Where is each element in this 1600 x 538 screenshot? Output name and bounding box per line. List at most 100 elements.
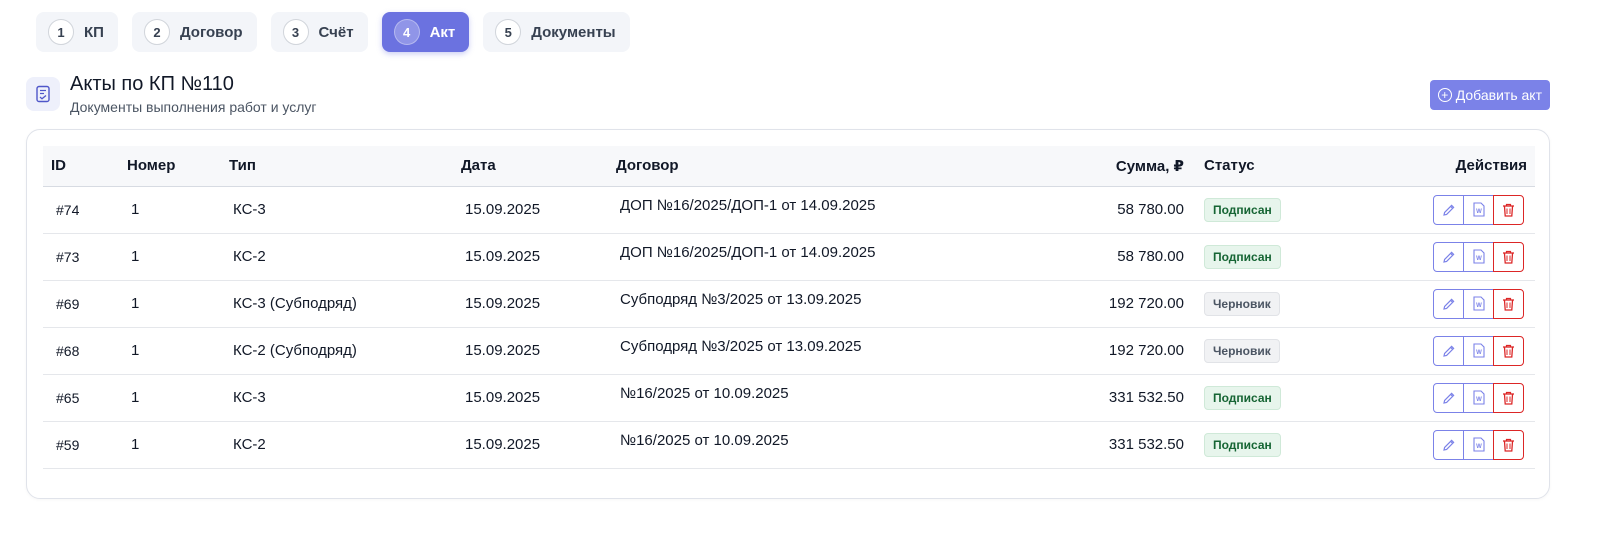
- delete-button[interactable]: [1493, 241, 1524, 272]
- status-badge: Подписан: [1204, 432, 1281, 457]
- cell-id: #73: [56, 248, 80, 265]
- cell-sum: 58 780.00: [1117, 201, 1184, 218]
- step-label: Договор: [179, 23, 243, 41]
- status-badge: Подписан: [1204, 244, 1281, 269]
- status-badge: Черновик: [1204, 338, 1280, 363]
- step-label: Документы: [531, 23, 616, 41]
- svg-text:W: W: [1476, 444, 1482, 450]
- cell-number: 1: [131, 201, 140, 218]
- cell-id: #65: [56, 389, 80, 406]
- cell-id: #59: [56, 436, 80, 453]
- col-contract: Договор: [616, 157, 679, 175]
- svg-text:W: W: [1476, 303, 1482, 309]
- cell-status: Черновик: [1196, 280, 1366, 327]
- cell-sum: 331 532.50: [1108, 436, 1184, 453]
- word-export-button[interactable]: W: [1463, 429, 1494, 460]
- step-number: 4: [393, 19, 420, 45]
- edit-button[interactable]: [1433, 241, 1464, 272]
- delete-button[interactable]: [1493, 194, 1524, 225]
- edit-button[interactable]: [1433, 288, 1464, 319]
- add-act-button[interactable]: + Добавить акт: [1429, 80, 1550, 110]
- page-title: Акты по КП №110: [70, 73, 234, 95]
- table-row: #73 1 КС-2 15.09.2025 ДОП №16/2025/ДОП-1 от …: [43, 233, 1535, 280]
- cell-status: Подписан: [1196, 421, 1366, 468]
- col-date: Дата: [461, 157, 496, 175]
- row-action-group: W: [1433, 241, 1524, 272]
- col-type: Тип: [229, 157, 256, 175]
- cell-sum: 331 532.50: [1108, 389, 1184, 406]
- cell-actions: W: [1366, 374, 1535, 421]
- acts-table: ID Номер Тип Дата Договор Сумма, ₽ Стату…: [43, 146, 1535, 469]
- cell-contract: ДОП №16/2025/ДОП-1 от 14.09.2025: [620, 197, 876, 214]
- cell-date: 15.09.2025: [465, 295, 541, 312]
- cell-status: Подписан: [1196, 374, 1366, 421]
- step-number: 1: [48, 19, 74, 45]
- cell-actions: W: [1366, 280, 1535, 327]
- cell-contract: Субподряд №3/2025 от 13.09.2025: [620, 291, 862, 308]
- step-tab-2[interactable]: 2 Договор: [131, 12, 257, 52]
- word-export-button[interactable]: W: [1463, 241, 1494, 272]
- delete-button[interactable]: [1493, 288, 1524, 319]
- plus-circle-icon: +: [1437, 88, 1452, 102]
- svg-text:W: W: [1476, 256, 1482, 262]
- word-doc-icon: W: [1472, 202, 1485, 217]
- pencil-icon: [1442, 391, 1456, 405]
- cell-date: 15.09.2025: [465, 201, 541, 218]
- col-actions: Действия: [1455, 157, 1527, 175]
- trash-icon: [1502, 203, 1515, 217]
- edit-button[interactable]: [1433, 382, 1464, 413]
- step-nav: 1 КП 2 Договор 3 Счёт 4 Акт 5 Документы: [36, 12, 630, 52]
- edit-button[interactable]: [1433, 429, 1464, 460]
- trash-icon: [1502, 344, 1515, 358]
- step-number: 3: [282, 19, 309, 45]
- word-export-button[interactable]: W: [1463, 382, 1494, 413]
- delete-button[interactable]: [1493, 429, 1524, 460]
- word-export-button[interactable]: W: [1463, 288, 1494, 319]
- word-export-button[interactable]: W: [1463, 194, 1494, 225]
- document-check-icon: [26, 77, 60, 111]
- col-number: Номер: [127, 157, 176, 175]
- edit-button[interactable]: [1433, 335, 1464, 366]
- cell-sum: 192 720.00: [1108, 342, 1184, 359]
- trash-icon: [1502, 250, 1515, 264]
- cell-number: 1: [131, 248, 140, 265]
- trash-icon: [1502, 391, 1515, 405]
- cell-type: КС-3: [233, 201, 266, 218]
- row-action-group: W: [1433, 335, 1524, 366]
- word-doc-icon: W: [1472, 296, 1485, 311]
- delete-button[interactable]: [1493, 382, 1524, 413]
- table-header-row: ID Номер Тип Дата Договор Сумма, ₽ Стату…: [43, 146, 1535, 186]
- step-tab-3[interactable]: 3 Счёт: [270, 12, 368, 52]
- cell-date: 15.09.2025: [465, 342, 541, 359]
- cell-sum: 192 720.00: [1108, 295, 1184, 312]
- cell-actions: W: [1366, 186, 1535, 233]
- word-export-button[interactable]: W: [1463, 335, 1494, 366]
- delete-button[interactable]: [1493, 335, 1524, 366]
- cell-id: #74: [56, 201, 80, 218]
- cell-sum: 58 780.00: [1117, 248, 1184, 265]
- step-number: 5: [495, 19, 522, 45]
- svg-text:W: W: [1476, 350, 1482, 356]
- pencil-icon: [1442, 438, 1456, 452]
- cell-status: Подписан: [1196, 233, 1366, 280]
- acts-card: ID Номер Тип Дата Договор Сумма, ₽ Стату…: [26, 129, 1550, 499]
- step-tab-4[interactable]: 4 Акт: [381, 12, 470, 52]
- trash-icon: [1502, 438, 1515, 452]
- cell-contract: №16/2025 от 10.09.2025: [620, 432, 789, 449]
- cell-id: #68: [56, 342, 80, 359]
- table-row: #74 1 КС-3 15.09.2025 ДОП №16/2025/ДОП-1 от …: [43, 186, 1535, 233]
- table-row: #65 1 КС-3 15.09.2025 №16/2025 от 10.09.2025…: [43, 374, 1535, 421]
- cell-status: Подписан: [1196, 186, 1366, 233]
- step-tab-5[interactable]: 5 Документы: [483, 12, 630, 52]
- cell-type: КС-2 (Субподряд): [233, 342, 357, 359]
- edit-button[interactable]: [1433, 194, 1464, 225]
- table-row: #69 1 КС-3 (Субподряд) 15.09.2025 Субподряд …: [43, 280, 1535, 327]
- pencil-icon: [1442, 344, 1456, 358]
- cell-number: 1: [131, 295, 140, 312]
- cell-actions: W: [1366, 421, 1535, 468]
- row-action-group: W: [1433, 382, 1524, 413]
- pencil-icon: [1442, 250, 1456, 264]
- cell-type: КС-3: [233, 389, 266, 406]
- trash-icon: [1502, 297, 1515, 311]
- step-tab-1[interactable]: 1 КП: [36, 12, 118, 52]
